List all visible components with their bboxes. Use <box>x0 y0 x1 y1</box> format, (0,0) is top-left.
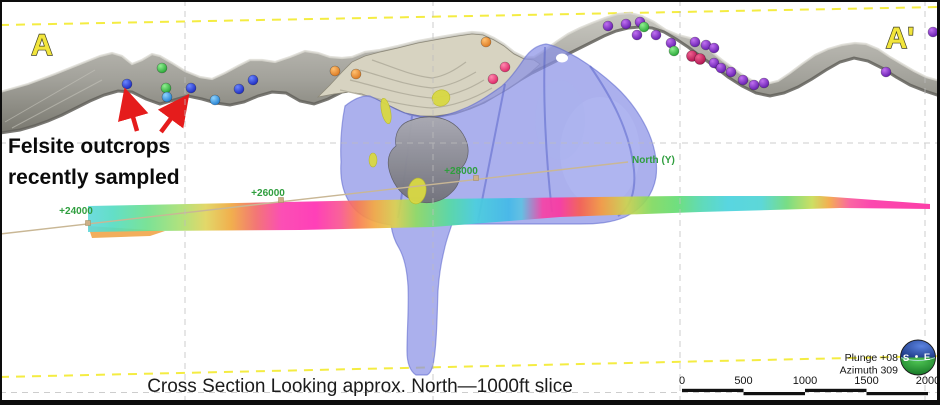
collar-point-pink[interactable] <box>500 62 510 72</box>
orientation-ball[interactable]: SE <box>901 340 936 375</box>
plunge-readout: Plunge +08 <box>845 352 899 364</box>
scale-bar-label: 1000 <box>793 375 817 387</box>
collar-point-purple[interactable] <box>928 27 938 37</box>
scale-bar-segment <box>867 392 929 395</box>
scale-bar-segment <box>682 389 744 392</box>
collar-point-purple[interactable] <box>749 80 759 90</box>
collar-point-green[interactable] <box>639 22 649 32</box>
collar-point-lightblue[interactable] <box>162 92 172 102</box>
collar-point-crimson[interactable] <box>695 54 706 65</box>
annotation-line1: Felsite outcrops <box>8 135 170 158</box>
collar-point-purple[interactable] <box>726 67 736 77</box>
collar-point-blue[interactable] <box>248 75 258 85</box>
collar-point-lightblue[interactable] <box>210 95 220 105</box>
collar-point-purple[interactable] <box>651 30 661 40</box>
scale-bar-label: 1500 <box>854 375 878 387</box>
collar-point-purple[interactable] <box>690 37 700 47</box>
collar-point-purple[interactable] <box>709 43 719 53</box>
collar-point-purple[interactable] <box>881 67 891 77</box>
collar-point-pink[interactable] <box>488 74 498 84</box>
scale-bar-segment <box>805 389 867 392</box>
figure-caption: Cross Section Looking approx. North—1000… <box>147 376 573 397</box>
collar-point-green[interactable] <box>669 46 679 56</box>
surface-gap <box>556 54 568 63</box>
scale-bar-label: 2000 <box>916 375 940 387</box>
scale-bar-segment <box>744 392 806 395</box>
annotation-line2: recently sampled <box>8 166 180 189</box>
axis-tick-marker <box>86 221 91 226</box>
section-label-a-prime: A' <box>886 22 915 55</box>
compass-letter-e: E <box>924 352 930 363</box>
collar-point-orange[interactable] <box>351 69 361 79</box>
collar-point-purple[interactable] <box>632 30 642 40</box>
collar-point-green[interactable] <box>161 83 171 93</box>
collar-point-orange[interactable] <box>481 37 491 47</box>
collar-point-blue[interactable] <box>186 83 196 93</box>
3d-scene-viewport[interactable]: A A' Felsite outcrops recently sampled C… <box>0 0 940 405</box>
axis-tick-label: +28000 <box>444 166 478 177</box>
felsite-highlight <box>535 80 585 160</box>
scale-bar-label: 500 <box>734 375 752 387</box>
collar-point-purple[interactable] <box>738 75 748 85</box>
section-label-a: A <box>31 29 53 62</box>
collar-point-green[interactable] <box>157 63 167 73</box>
collar-point-blue[interactable] <box>234 84 244 94</box>
collar-point-purple[interactable] <box>716 63 726 73</box>
axis-label-north: North (Y) <box>632 155 675 166</box>
collar-point-blue[interactable] <box>122 79 132 89</box>
collar-point-orange[interactable] <box>330 66 340 76</box>
collar-point-purple[interactable] <box>603 21 613 31</box>
cross-section-figure: A A' Felsite outcrops recently sampled C… <box>0 0 940 405</box>
collar-point-purple[interactable] <box>759 78 769 88</box>
axis-tick-label: +24000 <box>59 206 93 217</box>
axis-tick-label: +26000 <box>251 188 285 199</box>
scale-bar-label: 0 <box>679 375 685 387</box>
compass-letter-s: S <box>903 353 909 364</box>
orientation-ball-center-dot <box>915 355 918 358</box>
collar-point-purple[interactable] <box>621 19 631 29</box>
